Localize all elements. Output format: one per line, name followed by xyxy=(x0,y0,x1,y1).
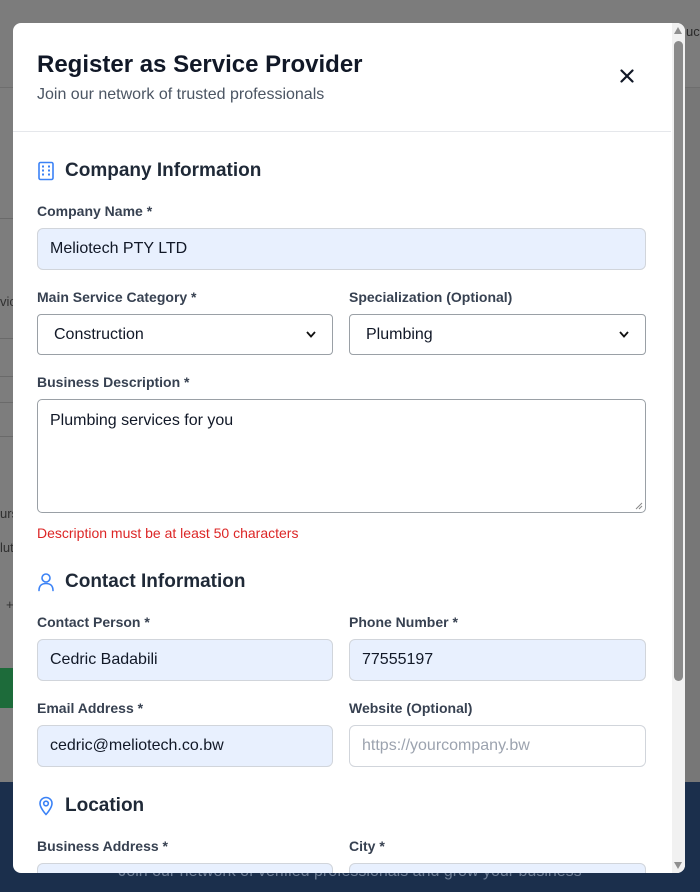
modal-scrollbar[interactable] xyxy=(672,23,685,873)
background-divider xyxy=(0,338,14,339)
company-name-label: Company Name * xyxy=(37,203,153,219)
company-name-input[interactable]: Meliotech PTY LTD xyxy=(37,228,646,270)
city-label: City * xyxy=(349,838,385,854)
contact-person-value: Cedric Badabili xyxy=(50,651,158,668)
map-pin-icon xyxy=(39,796,53,816)
user-icon xyxy=(38,573,54,592)
background-nav-fragment: uct xyxy=(686,24,700,39)
description-textarea[interactable]: Plumbing services for you xyxy=(37,399,646,513)
category-select[interactable]: Construction xyxy=(37,314,333,355)
chevron-down-icon xyxy=(306,331,316,338)
modal-header: Register as Service Provider Join our ne… xyxy=(13,23,671,132)
city-input[interactable] xyxy=(349,863,646,873)
description-label: Business Description * xyxy=(37,374,190,390)
registration-modal: Register as Service Provider Join our ne… xyxy=(13,23,685,873)
contact-person-input[interactable]: Cedric Badabili xyxy=(37,639,333,681)
category-value: Construction xyxy=(54,325,144,343)
scroll-thumb[interactable] xyxy=(674,41,683,681)
location-section-title: Location xyxy=(65,795,145,816)
phone-input[interactable]: 77555197 xyxy=(349,639,646,681)
building-icon xyxy=(38,161,54,181)
chevron-down-icon xyxy=(619,331,629,338)
email-input[interactable]: cedric@meliotech.co.bw xyxy=(37,725,333,767)
phone-label: Phone Number * xyxy=(349,614,458,630)
contact-section-header: Contact Information xyxy=(37,571,246,593)
resize-handle-icon[interactable] xyxy=(635,502,643,510)
background-right-strip xyxy=(684,88,700,782)
close-button[interactable] xyxy=(614,63,640,89)
specialization-label: Specialization (Optional) xyxy=(349,289,513,305)
specialization-select[interactable]: Plumbing xyxy=(349,314,646,355)
phone-value: 77555197 xyxy=(362,651,434,668)
address-label: Business Address * xyxy=(37,838,168,854)
category-label: Main Service Category * xyxy=(37,289,197,305)
background-divider xyxy=(0,218,14,219)
specialization-value: Plumbing xyxy=(366,325,433,343)
description-error: Description must be at least 50 characte… xyxy=(37,525,299,541)
scroll-down-arrow-icon[interactable] xyxy=(674,862,682,869)
scroll-up-arrow-icon[interactable] xyxy=(674,27,682,34)
email-value: cedric@meliotech.co.bw xyxy=(50,737,224,754)
company-name-value: Meliotech PTY LTD xyxy=(50,240,188,257)
close-icon xyxy=(620,69,634,83)
background-divider xyxy=(0,402,14,403)
website-placeholder: https://yourcompany.bw xyxy=(362,737,530,754)
website-input[interactable]: https://yourcompany.bw xyxy=(349,725,646,767)
description-value: Plumbing services for you xyxy=(50,412,234,429)
modal-title: Register as Service Provider xyxy=(37,51,363,78)
location-section-header: Location xyxy=(37,795,144,817)
modal-subtitle: Join our network of trusted professional… xyxy=(37,86,325,103)
background-divider xyxy=(0,376,14,377)
company-section-title: Company Information xyxy=(65,160,262,181)
contact-section-title: Contact Information xyxy=(65,571,246,592)
address-input[interactable] xyxy=(37,863,333,873)
email-label: Email Address * xyxy=(37,700,144,716)
company-section-header: Company Information xyxy=(37,160,261,182)
website-label: Website (Optional) xyxy=(349,700,473,716)
background-call-button xyxy=(0,668,14,708)
contact-person-label: Contact Person * xyxy=(37,614,150,630)
background-divider xyxy=(0,436,14,437)
